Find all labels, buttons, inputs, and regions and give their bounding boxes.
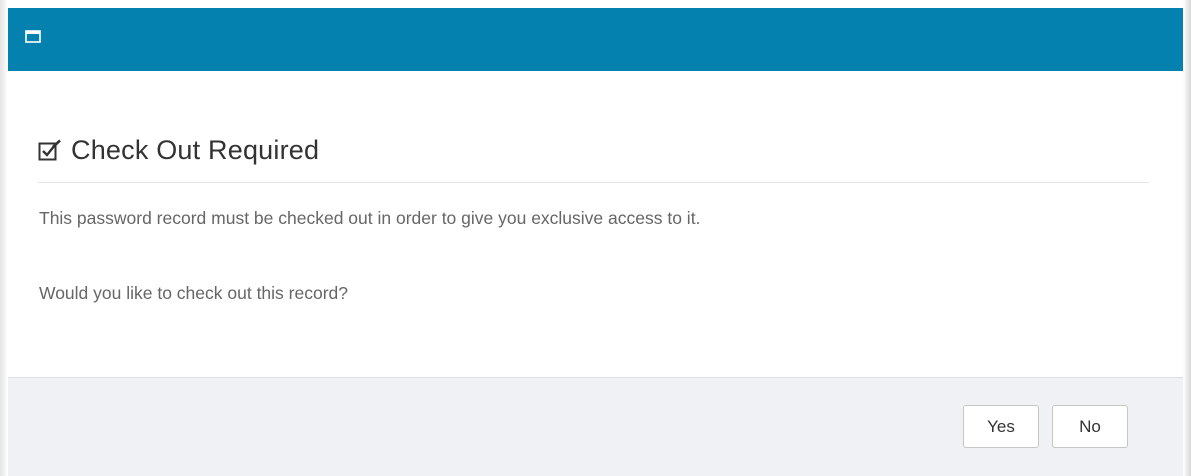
window-icon — [25, 30, 41, 43]
dialog-heading: Check Out Required — [38, 132, 319, 168]
checkbox-edit-icon — [38, 139, 61, 161]
dialog-titlebar — [8, 8, 1183, 71]
dialog-question: Would you like to check out this record? — [39, 283, 349, 303]
dialog-footer: Yes No — [8, 377, 1183, 476]
check-out-dialog: Check Out Required This password record … — [8, 8, 1183, 476]
dialog-body: Check Out Required This password record … — [8, 71, 1183, 377]
frame-shadow-right — [1183, 0, 1191, 476]
no-button[interactable]: No — [1052, 405, 1128, 448]
dialog-message: This password record must be checked out… — [39, 208, 701, 228]
yes-button[interactable]: Yes — [963, 405, 1039, 448]
dialog-title: Check Out Required — [71, 134, 320, 165]
heading-divider — [38, 182, 1149, 183]
dialog-frame: Check Out Required This password record … — [0, 0, 1191, 476]
frame-shadow-left — [0, 0, 8, 476]
